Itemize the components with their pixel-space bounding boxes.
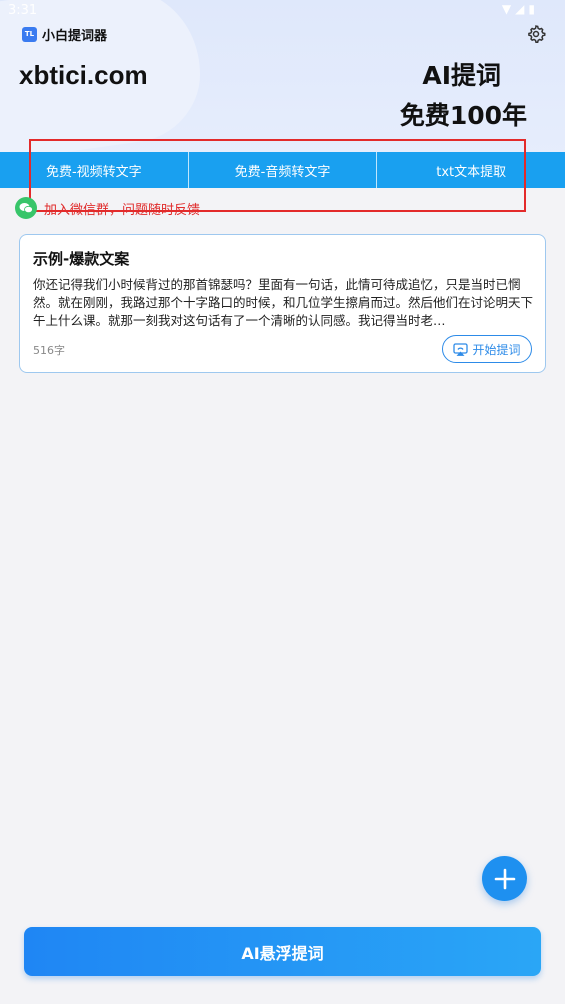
card-word-count: 516字 bbox=[33, 344, 65, 357]
status-icons: ▼◢▮ bbox=[502, 2, 539, 16]
tab-txt-extract[interactable]: txt文本提取 bbox=[377, 152, 565, 188]
settings-button[interactable] bbox=[526, 24, 546, 44]
ai-floating-prompt-button[interactable]: AI悬浮提词 bbox=[24, 927, 541, 976]
start-prompt-label: 开始提词 bbox=[472, 342, 521, 357]
plus-icon bbox=[494, 868, 515, 889]
status-bar: 3:31 ▼◢▮ bbox=[0, 0, 565, 22]
battery-icon: ▮ bbox=[528, 2, 539, 16]
tab-audio-to-text[interactable]: 免费-音频转文字 bbox=[189, 152, 378, 188]
wechat-icon bbox=[15, 197, 37, 219]
site-url: xbtici.com bbox=[19, 60, 148, 90]
app-logo-icon: TL bbox=[22, 27, 37, 42]
wechat-group-link[interactable]: 加入微信群，问题随时反馈 bbox=[15, 197, 200, 219]
card-title: 示例-爆款文案 bbox=[33, 250, 130, 268]
app-brand: TL 小白提词器 bbox=[22, 25, 107, 44]
script-card[interactable]: 示例-爆款文案 你还记得我们小时候背过的那首锦瑟吗？里面有一句话，此情可待成追忆… bbox=[19, 234, 546, 373]
tab-video-to-text[interactable]: 免费-视频转文字 bbox=[0, 152, 189, 188]
app-name: 小白提词器 bbox=[42, 29, 108, 44]
feature-tabs: 免费-视频转文字 免费-音频转文字 txt文本提取 bbox=[0, 152, 565, 188]
add-script-button[interactable] bbox=[482, 856, 527, 901]
gear-icon bbox=[528, 25, 546, 43]
slogan-line2: 免费100年 bbox=[399, 101, 527, 130]
wechat-text: 加入微信群，问题随时反馈 bbox=[44, 202, 201, 218]
cast-icon bbox=[453, 342, 469, 356]
card-body: 你还记得我们小时候背过的那首锦瑟吗？里面有一句话，此情可待成追忆，只是当时已惘然… bbox=[33, 277, 534, 328]
status-time: 3:31 bbox=[8, 3, 38, 18]
slogan-line1: AI提词 bbox=[422, 61, 501, 90]
signal-icon: ◢ bbox=[515, 2, 529, 16]
start-prompt-button[interactable]: 开始提词 bbox=[442, 335, 532, 363]
wifi-icon: ▼ bbox=[501, 2, 516, 16]
